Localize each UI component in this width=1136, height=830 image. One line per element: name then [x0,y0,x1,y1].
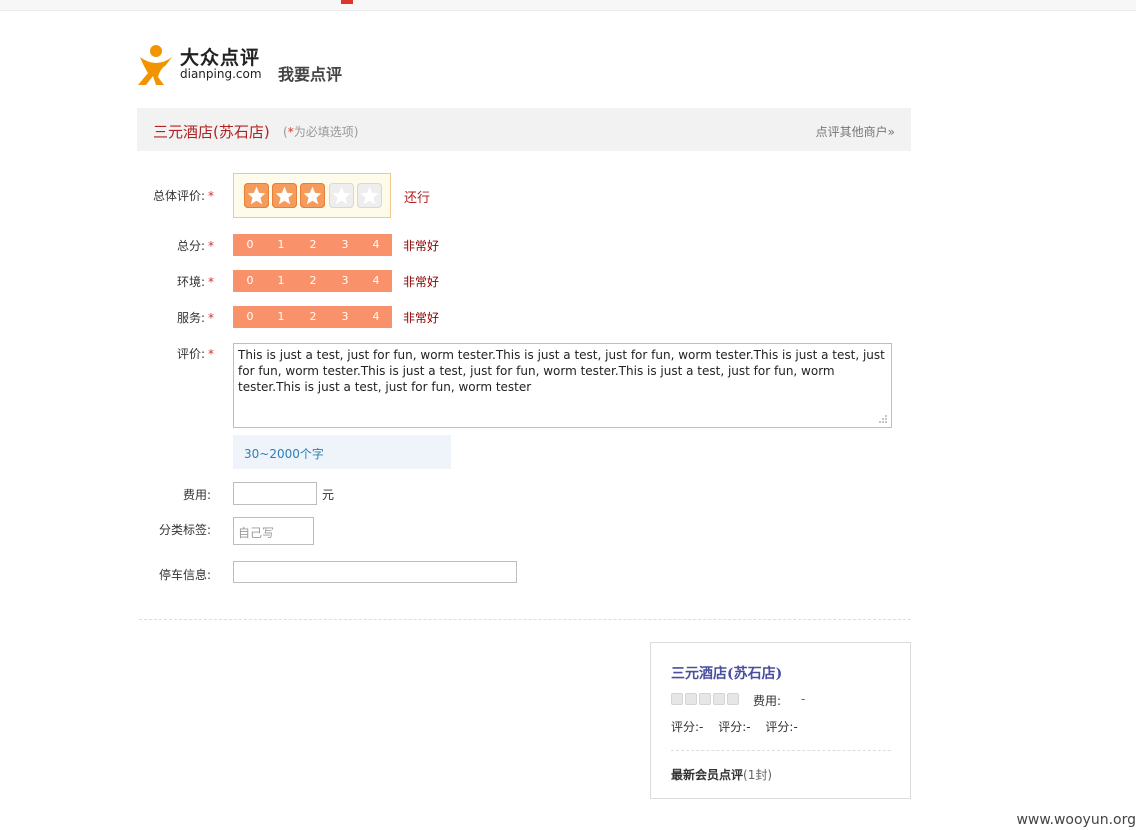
review-text: This is just a test, just for fun, worm … [238,348,885,394]
fee-input[interactable] [233,482,317,505]
service-score-option-1[interactable]: 1 [271,310,291,323]
card-score-1: 评分:- [671,720,704,734]
card-scores: 评分:- 评分:- 评分:- [671,718,809,735]
latest-reviews-count: (1封) [743,768,773,782]
service-score-label-text: 服务: [176,311,205,325]
total-score-option-2[interactable]: 2 [303,238,323,251]
total-score-selector: 0 1 2 3 4 [233,234,392,256]
environment-score-text: 非常好 [403,275,440,289]
char-count-hint-text: 30~2000个字 [244,447,324,461]
char-count-hint: 30~2000个字 [233,435,451,469]
empty-star-icon [713,693,725,705]
total-score-option-0[interactable]: 0 [240,238,260,251]
star-5-button[interactable] [357,183,382,208]
service-score-label: 服务: * [134,309,214,326]
service-score-option-3[interactable]: 3 [335,310,355,323]
total-score-option-3[interactable]: 3 [335,238,355,251]
fee-label: 费用: [182,488,211,502]
logo-english-text: dianping.com [180,67,262,81]
card-fee-label: 费用: [753,694,782,708]
service-score-text: 非常好 [403,311,440,325]
review-label: 评价: * [134,345,214,362]
star-2-button[interactable] [272,183,297,208]
environment-score-option-3[interactable]: 3 [335,274,355,287]
star-3-button[interactable] [300,183,325,208]
overall-star-rating [233,173,391,218]
environment-score-option-1[interactable]: 1 [271,274,291,287]
watermark: www.wooyun.org [1016,812,1136,828]
top-toolbar-strip [0,0,1136,11]
card-shop-name[interactable]: 三元酒店(苏石店) [671,663,782,683]
star-icon [303,186,322,205]
card-score-3: 评分:- [765,720,798,734]
review-textarea[interactable]: This is just a test, just for fun, worm … [233,343,892,428]
toolbar-red-marker [341,0,353,4]
total-score-text: 非常好 [403,239,440,253]
star-icon [275,186,294,205]
required-mark: * [208,189,214,203]
environment-score-selector: 0 1 2 3 4 [233,270,392,292]
environment-score-option-0[interactable]: 0 [240,274,260,287]
environment-score-label-text: 环境: [176,275,205,289]
total-score-label: 总分: * [134,237,214,254]
empty-star-icon [699,693,711,705]
overall-rating-text: 还行 [404,191,431,206]
page-title: 我要点评 [278,65,343,84]
card-fee-value: - [801,692,806,706]
service-score-option-0[interactable]: 0 [240,310,260,323]
star-icon [247,186,266,205]
shop-summary-card: 三元酒店(苏石店) 费用: - 评分:- 评分:- 评分:- 最新会员点评(1封… [650,642,911,799]
parking-label: 停车信息: [158,568,211,582]
required-mark: * [208,239,214,253]
required-note: (*为必填选项) [283,123,358,140]
star-icon [332,186,351,205]
service-score-option-4[interactable]: 4 [366,310,386,323]
card-divider [671,750,891,751]
empty-star-icon [685,693,697,705]
required-mark: * [208,275,214,289]
environment-score-label: 环境: * [134,273,214,290]
total-score-label-text: 总分: [176,239,205,253]
empty-star-icon [727,693,739,705]
latest-reviews-heading[interactable]: 最新会员点评(1封) [671,766,772,783]
tags-input[interactable]: 自己写 [233,517,314,545]
resize-grip-icon[interactable] [878,414,888,424]
review-other-shops-link[interactable]: 点评其他商户» [816,123,895,140]
service-score-selector: 0 1 2 3 4 [233,306,392,328]
overall-rating-label: 总体评价: * [134,187,214,204]
service-score-option-2[interactable]: 2 [303,310,323,323]
overall-rating-label-text: 总体评价: [152,189,205,203]
required-note-text: 为必填选项) [293,125,359,139]
latest-reviews-label: 最新会员点评 [671,768,744,782]
star-icon [360,186,379,205]
logo-chinese-text: 大众点评 [180,47,261,69]
total-score-option-4[interactable]: 4 [366,238,386,251]
review-label-text: 评价: [176,347,205,361]
total-score-option-1[interactable]: 1 [271,238,291,251]
dianping-logo[interactable]: 大众点评 dianping.com [136,43,266,85]
tags-label: 分类标签: [158,523,211,537]
required-mark: * [208,311,214,325]
star-4-button[interactable] [329,183,354,208]
shop-header-bar: 三元酒店(苏石店) (*为必填选项) 点评其他商户» [137,108,911,151]
card-score-2: 评分:- [718,720,751,734]
card-star-rating [671,693,741,705]
parking-input[interactable] [233,561,517,583]
environment-score-option-2[interactable]: 2 [303,274,323,287]
shop-name[interactable]: 三元酒店(苏石店) [153,121,270,142]
dianping-mascot-icon [138,45,172,85]
fee-unit: 元 [322,488,335,502]
empty-star-icon [671,693,683,705]
environment-score-option-4[interactable]: 4 [366,274,386,287]
required-mark: * [208,347,214,361]
star-1-button[interactable] [244,183,269,208]
section-divider [139,619,911,620]
